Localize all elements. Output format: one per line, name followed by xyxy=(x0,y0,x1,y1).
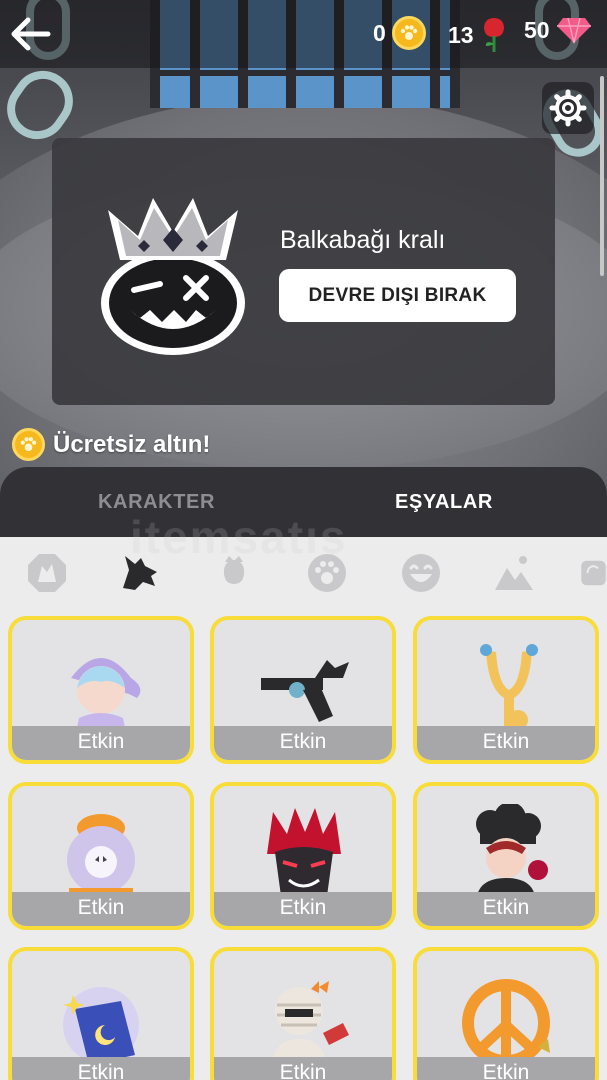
gem-balance-value: 50 xyxy=(524,16,550,43)
watermark: itemsatış xyxy=(130,511,348,563)
item-status: Etkin xyxy=(279,1061,327,1080)
tab-items[interactable]: EŞYALAR xyxy=(395,491,493,514)
item-status: Etkin xyxy=(482,1061,530,1080)
paw-coin-icon xyxy=(391,16,426,50)
category-more[interactable] xyxy=(580,551,607,595)
item-status: Etkin xyxy=(482,896,530,919)
item-status: Etkin xyxy=(77,1061,125,1080)
bat-revolver-icon xyxy=(253,638,353,738)
sleepy-girl-icon xyxy=(51,638,151,738)
pumpkin-king-icon xyxy=(98,188,248,358)
back-button[interactable] xyxy=(8,14,54,54)
equipped-item-name: Balkabağı kralı xyxy=(280,226,446,254)
paw-coin-icon xyxy=(12,428,45,461)
coin-balance-value: 0 xyxy=(373,19,386,46)
pumpkin-crystal-ball-icon xyxy=(51,804,151,904)
settings-button[interactable] xyxy=(542,82,594,134)
item-card-peace-wreath[interactable]: Etkin xyxy=(413,947,599,1080)
equipped-item-card: Balkabağı kralı DEVRE DIŞI BIRAK xyxy=(52,138,555,405)
panel-scrollbar[interactable] xyxy=(600,76,604,276)
refresh-icon xyxy=(581,560,606,586)
slingshot-icon xyxy=(456,638,556,738)
category-werewolf-badge[interactable] xyxy=(25,551,69,595)
item-card-bat-revolver[interactable]: Etkin xyxy=(210,616,396,764)
landscape-icon xyxy=(495,556,533,590)
werewolf-badge-icon xyxy=(28,554,66,592)
gem-icon xyxy=(556,17,591,44)
chef-icon xyxy=(456,802,556,904)
peace-wreath-icon xyxy=(456,969,556,1069)
item-status: Etkin xyxy=(279,730,327,753)
item-card-chef[interactable]: Etkin xyxy=(413,782,599,930)
category-background[interactable] xyxy=(492,551,536,595)
item-card-slingshot[interactable]: Etkin xyxy=(413,616,599,764)
deactivate-button[interactable]: DEVRE DIŞI BIRAK xyxy=(279,269,516,322)
back-arrow-icon xyxy=(11,17,51,51)
free-gold-link[interactable]: Ücretsiz altın! xyxy=(12,428,210,461)
spell-book-icon xyxy=(51,969,151,1069)
item-status: Etkin xyxy=(482,730,530,753)
mummy-icon xyxy=(253,969,353,1069)
smile-icon xyxy=(402,554,440,592)
rose-balance-value: 13 xyxy=(448,21,474,48)
item-card-mummy[interactable]: Etkin xyxy=(210,947,396,1080)
rose-icon xyxy=(483,18,504,52)
top-bar xyxy=(0,0,607,68)
item-status: Etkin xyxy=(77,896,125,919)
item-status: Etkin xyxy=(279,896,327,919)
gem-balance: 50 xyxy=(524,16,592,44)
red-beast-icon xyxy=(253,804,353,904)
rose-balance: 13 xyxy=(448,16,508,54)
item-card-sleepy-girl[interactable]: Etkin xyxy=(8,616,194,764)
gear-icon xyxy=(549,89,587,127)
item-card-pumpkin-crystal-ball[interactable]: Etkin xyxy=(8,782,194,930)
item-card-spell-book[interactable]: Etkin xyxy=(8,947,194,1080)
coin-balance: 0 xyxy=(373,16,426,50)
free-gold-label: Ücretsiz altın! xyxy=(53,430,211,458)
category-emoji[interactable] xyxy=(399,551,443,595)
item-status: Etkin xyxy=(77,730,125,753)
item-card-red-beast[interactable]: Etkin xyxy=(210,782,396,930)
